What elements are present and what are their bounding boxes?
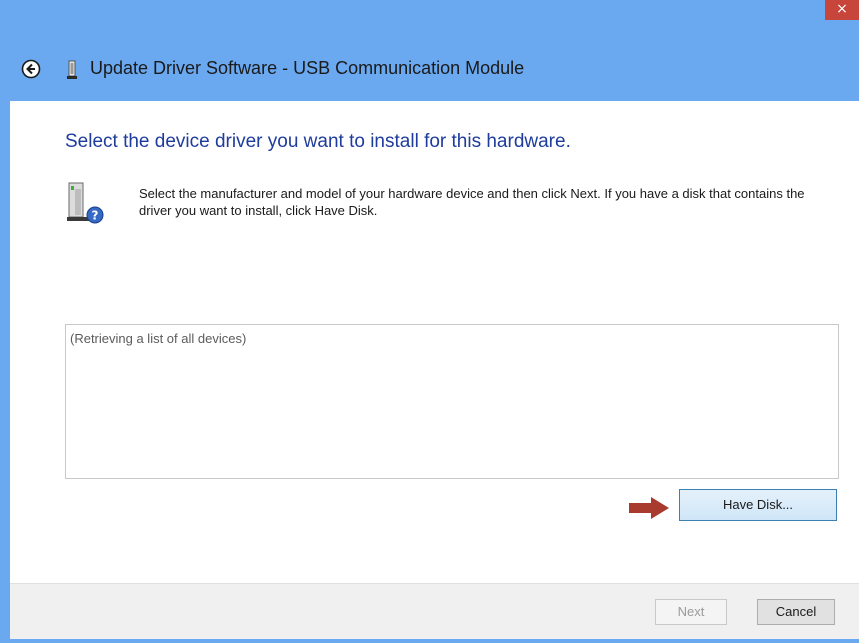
window-title: Update Driver Software - USB Communicati… <box>90 58 525 78</box>
footer-bar: Next Cancel <box>10 583 859 639</box>
next-button[interactable]: Next <box>655 599 727 625</box>
title-bar: × Update Driver Software - USB Communica… <box>0 0 859 110</box>
hardware-question-icon: ? <box>65 181 109 229</box>
svg-text:?: ? <box>92 209 99 223</box>
have-disk-button[interactable]: Have Disk... <box>679 489 837 521</box>
dialog-window: × Update Driver Software - USB Communica… <box>0 0 859 643</box>
page-heading: Select the device driver you want to ins… <box>65 131 571 152</box>
cancel-button[interactable]: Cancel <box>757 599 835 625</box>
close-button[interactable]: × <box>825 0 859 20</box>
instructions-text: Select the manufacturer and model of you… <box>139 186 805 218</box>
back-arrow-icon[interactable] <box>21 59 41 79</box>
content-panel: Select the device driver you want to ins… <box>10 101 859 583</box>
usb-device-icon <box>66 60 78 80</box>
device-list[interactable]: (Retrieving a list of all devices) <box>65 324 839 479</box>
red-arrow-icon <box>627 496 671 520</box>
device-list-status: (Retrieving a list of all devices) <box>70 331 247 346</box>
